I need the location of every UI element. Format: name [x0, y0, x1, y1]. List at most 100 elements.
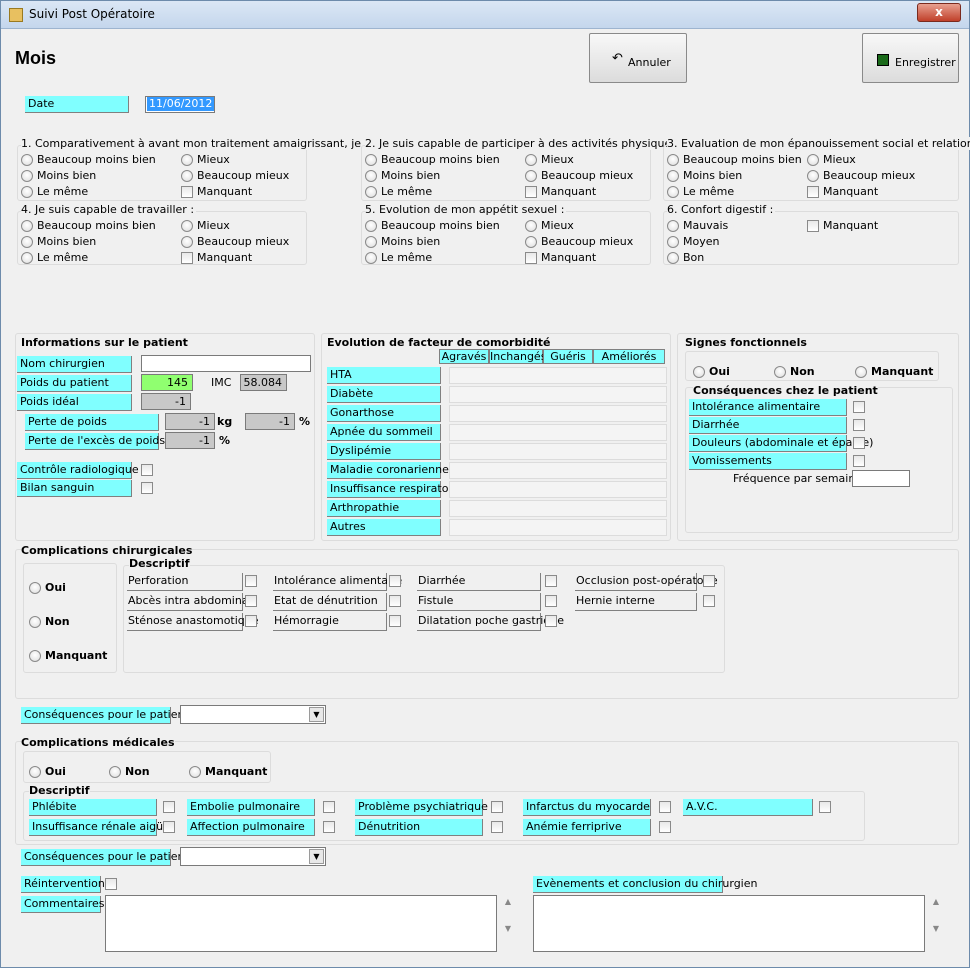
surgical-yes-radio[interactable]	[29, 582, 41, 594]
signs-yes-radio[interactable]	[693, 366, 705, 378]
signs-no-label: Non	[790, 365, 815, 378]
surgical-no-radio[interactable]	[29, 616, 41, 628]
close-button[interactable]: x	[917, 3, 961, 22]
frequency-label: Fréquence par semaine :	[733, 472, 870, 485]
comorbidity-row-cells[interactable]	[449, 443, 667, 460]
question-1-radio[interactable]	[181, 154, 193, 166]
question-3-radio[interactable]	[807, 154, 819, 166]
question-3-missing-checkbox[interactable]	[807, 186, 819, 198]
question-1-radio[interactable]	[21, 170, 33, 182]
surgical-missing-radio[interactable]	[29, 650, 41, 662]
medical-complication-checkbox[interactable]	[163, 821, 175, 833]
medical-complication-checkbox[interactable]	[491, 801, 503, 813]
medical-consequences-select[interactable]: ▼	[180, 847, 326, 866]
surgical-complication-checkbox[interactable]	[703, 575, 715, 587]
consequence-checkbox[interactable]	[853, 455, 865, 467]
question-5-radio[interactable]	[365, 236, 377, 248]
question-2-radio[interactable]	[365, 170, 377, 182]
medical-yes-radio[interactable]	[29, 766, 41, 778]
comorbidity-row-cells[interactable]	[449, 481, 667, 498]
question-1-radio[interactable]	[21, 154, 33, 166]
comorbidity-row-cells[interactable]	[449, 462, 667, 479]
radiology-checkbox[interactable]	[141, 464, 153, 476]
question-2-missing-checkbox[interactable]	[525, 186, 537, 198]
comorbidity-row-cells[interactable]	[449, 367, 667, 384]
surgical-complication-checkbox[interactable]	[245, 575, 257, 587]
question-4-radio[interactable]	[21, 220, 33, 232]
surgical-consequences-select[interactable]: ▼	[180, 705, 326, 724]
question-3-radio[interactable]	[807, 170, 819, 182]
comorbidity-row-cells[interactable]	[449, 424, 667, 441]
surgical-complication-label: Perforation	[127, 573, 243, 591]
surgical-complication-checkbox[interactable]	[545, 595, 557, 607]
question-4-radio[interactable]	[181, 236, 193, 248]
question-5-radio[interactable]	[365, 220, 377, 232]
surgical-complication-checkbox[interactable]	[389, 575, 401, 587]
question-6-radio[interactable]	[667, 252, 679, 264]
consequence-checkbox[interactable]	[853, 437, 865, 449]
medical-missing-radio[interactable]	[189, 766, 201, 778]
medical-complication-checkbox[interactable]	[819, 801, 831, 813]
signs-missing-radio[interactable]	[855, 366, 867, 378]
blood-checkbox[interactable]	[141, 482, 153, 494]
consequence-checkbox[interactable]	[853, 419, 865, 431]
events-textarea[interactable]	[533, 895, 925, 952]
medical-complication-checkbox[interactable]	[659, 821, 671, 833]
surgical-complication-checkbox[interactable]	[245, 615, 257, 627]
frequency-input[interactable]	[852, 470, 910, 487]
question-2-radio[interactable]	[365, 154, 377, 166]
surgical-complication-checkbox[interactable]	[389, 595, 401, 607]
question-2-radio[interactable]	[525, 154, 537, 166]
question-1-missing-label: Manquant	[197, 185, 253, 198]
signs-no-radio[interactable]	[774, 366, 786, 378]
question-3-radio[interactable]	[667, 170, 679, 182]
question-2-radio[interactable]	[365, 186, 377, 198]
cancel-button[interactable]: ↶ Annuler	[589, 33, 687, 83]
surgical-complication-checkbox[interactable]	[545, 575, 557, 587]
medical-complication-checkbox[interactable]	[323, 801, 335, 813]
medical-complication-checkbox[interactable]	[659, 801, 671, 813]
medical-complication-checkbox[interactable]	[323, 821, 335, 833]
surgical-complication-checkbox[interactable]	[703, 595, 715, 607]
question-1-radio[interactable]	[21, 186, 33, 198]
question-1-radio[interactable]	[181, 170, 193, 182]
date-field[interactable]: 11/06/2012	[145, 96, 215, 113]
question-4-radio[interactable]	[21, 252, 33, 264]
medical-no-radio[interactable]	[109, 766, 121, 778]
comments-scrollbar[interactable]: ▲ ▼	[501, 897, 515, 952]
comorbidity-column-header: Agravés	[439, 349, 489, 364]
question-5-radio[interactable]	[525, 220, 537, 232]
surgical-complication-checkbox[interactable]	[389, 615, 401, 627]
question-5-missing-checkbox[interactable]	[525, 252, 537, 264]
question-5-radio[interactable]	[525, 236, 537, 248]
medical-complication-checkbox[interactable]	[491, 821, 503, 833]
comorbidity-row-cells[interactable]	[449, 500, 667, 517]
window-title: Suivi Post Opératoire	[29, 7, 155, 21]
surgeon-input[interactable]	[141, 355, 311, 372]
question-6-radio[interactable]	[667, 220, 679, 232]
question-1-missing-checkbox[interactable]	[181, 186, 193, 198]
question-4-radio[interactable]	[181, 220, 193, 232]
save-button[interactable]: Enregistrer	[862, 33, 959, 83]
question-6-missing-checkbox[interactable]	[807, 220, 819, 232]
consequence-label: Vomissements	[689, 453, 847, 470]
reintervention-checkbox[interactable]	[105, 878, 117, 890]
comorbidity-row-cells[interactable]	[449, 519, 667, 536]
medical-no-label: Non	[125, 765, 150, 778]
question-5-radio[interactable]	[365, 252, 377, 264]
consequence-checkbox[interactable]	[853, 401, 865, 413]
question-4-radio[interactable]	[21, 236, 33, 248]
question-3-radio[interactable]	[667, 186, 679, 198]
weight-input[interactable]: 145	[141, 374, 193, 391]
question-6-radio[interactable]	[667, 236, 679, 248]
surgical-complication-checkbox[interactable]	[545, 615, 557, 627]
medical-complication-checkbox[interactable]	[163, 801, 175, 813]
comorbidity-row-cells[interactable]	[449, 386, 667, 403]
comments-textarea[interactable]	[105, 895, 497, 952]
question-2-radio[interactable]	[525, 170, 537, 182]
question-3-radio[interactable]	[667, 154, 679, 166]
surgical-complication-checkbox[interactable]	[245, 595, 257, 607]
question-4-missing-checkbox[interactable]	[181, 252, 193, 264]
events-scrollbar[interactable]: ▲ ▼	[929, 897, 943, 952]
comorbidity-row-cells[interactable]	[449, 405, 667, 422]
